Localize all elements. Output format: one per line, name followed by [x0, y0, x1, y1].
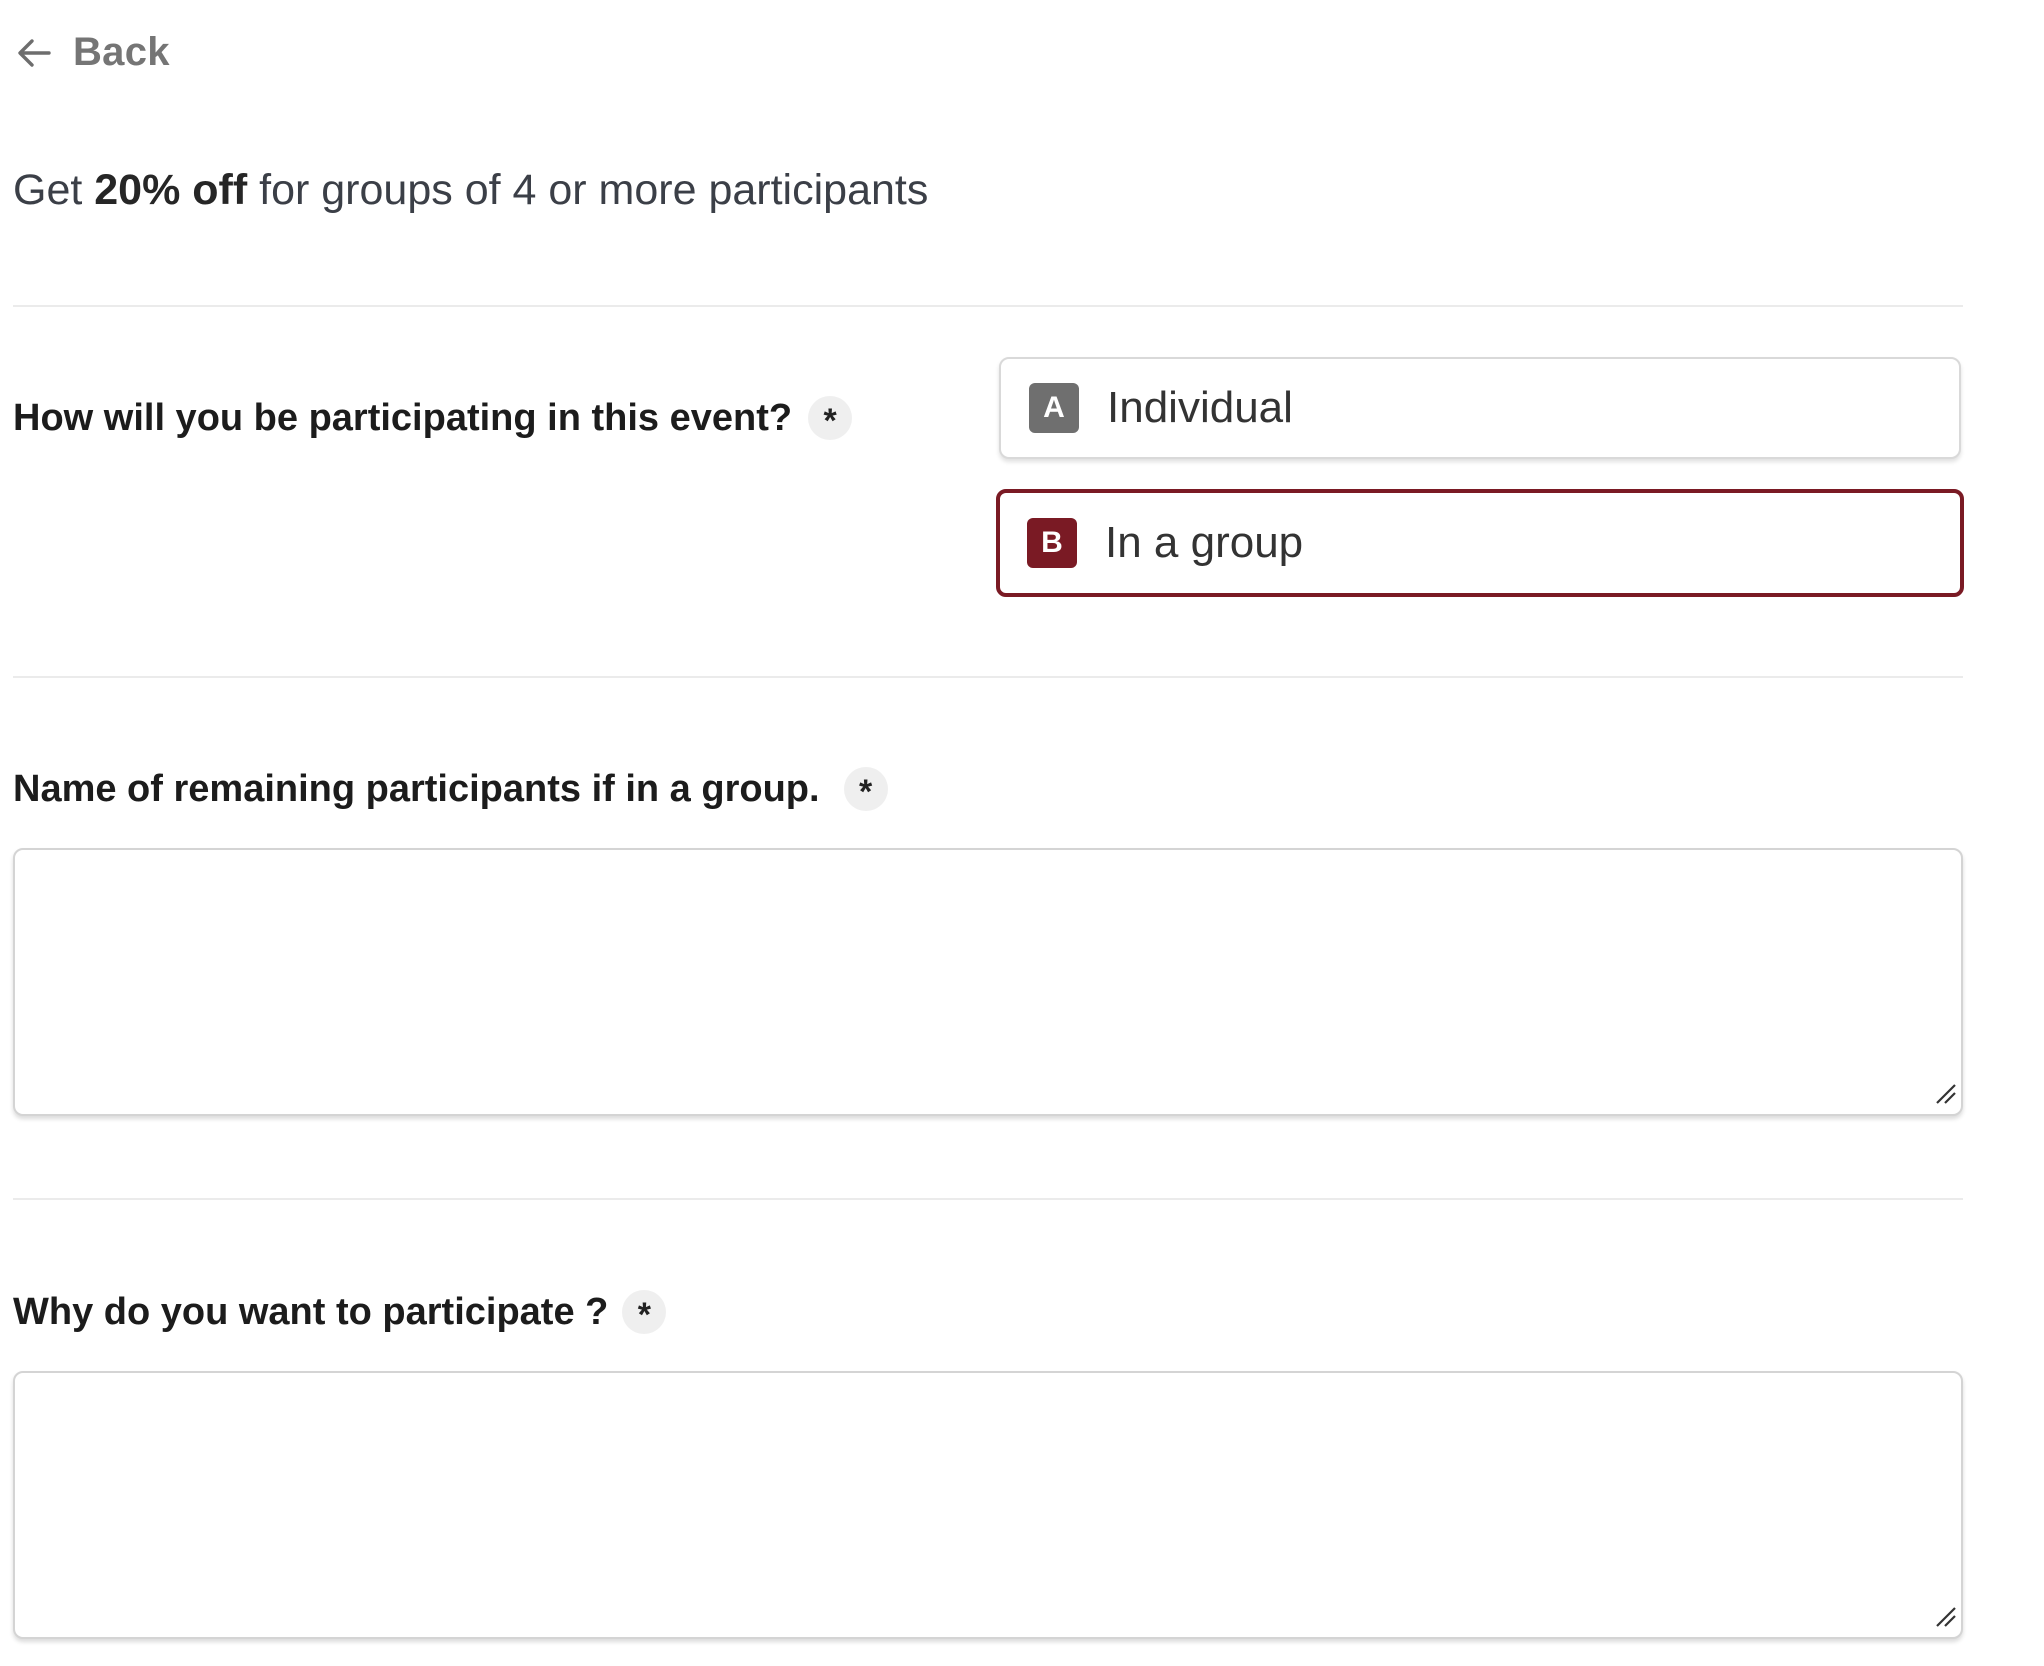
- resize-grip-icon[interactable]: [1933, 1604, 1957, 1633]
- option-label: In a group: [1105, 518, 1304, 567]
- back-button[interactable]: Back: [17, 30, 170, 75]
- option-individual[interactable]: A Individual: [999, 357, 1961, 459]
- motivation-textarea[interactable]: [15, 1373, 1961, 1637]
- remaining-participants-textarea[interactable]: [15, 850, 1961, 1114]
- question-participation-label: How will you be participating in this ev…: [13, 396, 853, 440]
- required-indicator: *: [808, 396, 853, 440]
- section-divider: [13, 676, 1963, 678]
- resize-grip-icon[interactable]: [1933, 1081, 1957, 1110]
- question-text: How will you be participating in this ev…: [13, 396, 793, 439]
- arrow-left-icon: [17, 38, 51, 68]
- option-key-b: B: [1027, 518, 1077, 568]
- question-text: Name of remaining participants if in a g…: [13, 767, 820, 810]
- option-label: Individual: [1107, 383, 1293, 432]
- option-key-a: A: [1029, 383, 1079, 433]
- question-text: Why do you want to participate ?: [13, 1290, 609, 1333]
- promo-prefix: Get: [13, 166, 83, 214]
- question-motivation-label: Why do you want to participate ? *: [13, 1290, 667, 1334]
- section-divider: [13, 305, 1963, 307]
- required-indicator: *: [843, 767, 888, 811]
- promo-suffix: for groups of 4 or more participants: [259, 166, 929, 214]
- required-indicator: *: [622, 1290, 667, 1334]
- promo-discount: 20% off: [94, 166, 248, 214]
- promo-text: Get 20% off for groups of 4 or more part…: [13, 166, 928, 215]
- section-divider: [13, 1198, 1963, 1200]
- remaining-participants-field[interactable]: [13, 848, 1963, 1116]
- back-label: Back: [73, 30, 170, 74]
- motivation-field[interactable]: [13, 1371, 1963, 1639]
- question-remaining-participants-label: Name of remaining participants if in a g…: [13, 767, 888, 811]
- option-in-a-group[interactable]: B In a group: [996, 489, 1964, 597]
